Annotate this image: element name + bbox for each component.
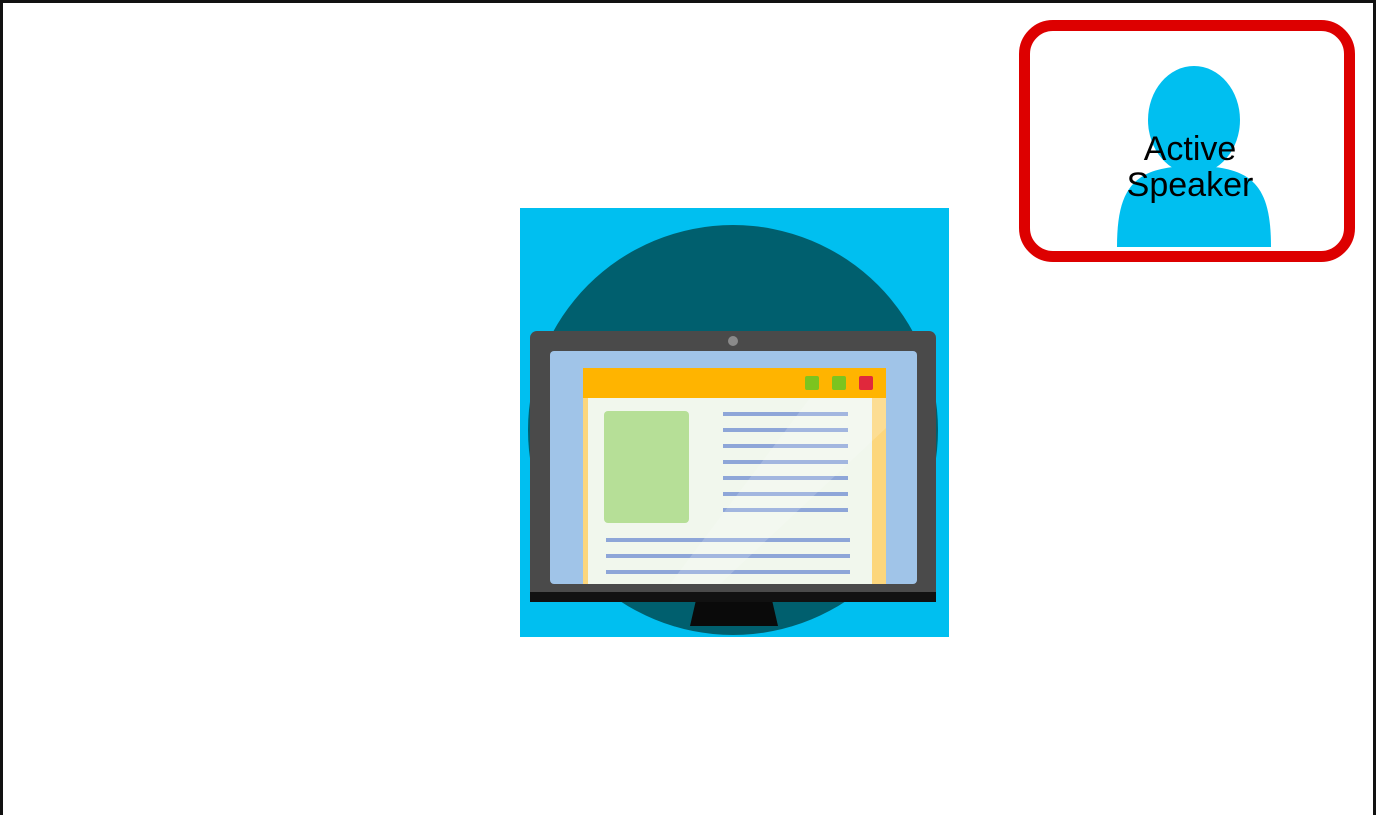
active-speaker-label-line1: Active	[1143, 130, 1237, 168]
window-close-icon	[859, 376, 873, 390]
window-minimize-icon	[805, 376, 819, 390]
window-maximize-icon	[832, 376, 846, 390]
shared-screen-content	[520, 208, 949, 637]
content-image-placeholder	[604, 411, 689, 523]
monitor-stand	[690, 600, 778, 626]
meeting-view: Active Speaker	[0, 0, 1376, 815]
monitor-bezel-bottom	[530, 592, 936, 602]
webcam-dot	[728, 336, 738, 346]
active-speaker-tile[interactable]: Active Speaker	[1019, 20, 1355, 262]
active-speaker-label: Active Speaker	[1070, 131, 1310, 203]
computer-monitor-icon	[520, 208, 949, 637]
active-speaker-label-line2: Speaker	[1126, 166, 1254, 204]
